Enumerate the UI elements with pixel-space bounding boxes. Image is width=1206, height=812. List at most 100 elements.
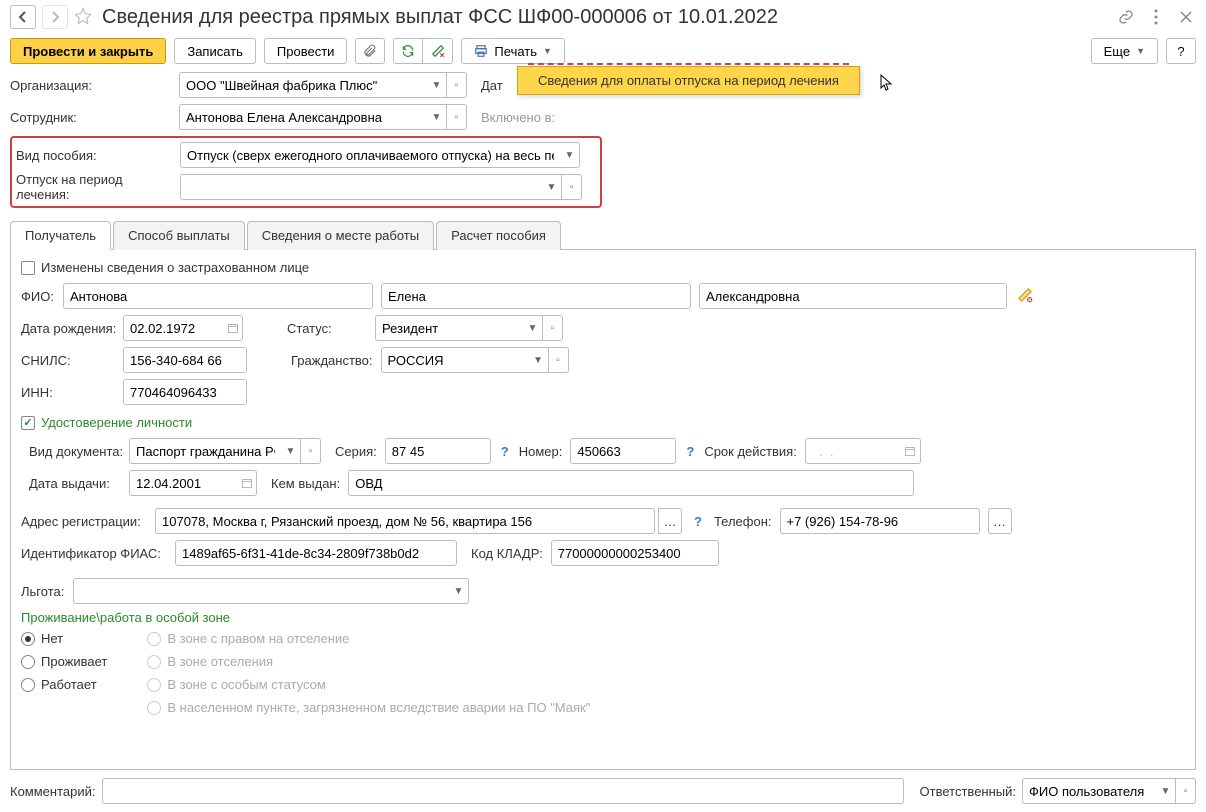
- included-label: Включено в:: [481, 110, 555, 125]
- number-input[interactable]: [570, 438, 676, 464]
- chevron-down-icon: ▼: [1136, 46, 1145, 56]
- link-icon[interactable]: [1116, 7, 1136, 27]
- tab-recipient[interactable]: Получатель: [10, 221, 111, 250]
- status-input[interactable]: [375, 315, 523, 341]
- zone-works-radio[interactable]: [21, 678, 35, 692]
- post-button[interactable]: Провести: [264, 38, 348, 64]
- org-dropdown-button[interactable]: ▼: [427, 72, 447, 98]
- series-input[interactable]: [385, 438, 491, 464]
- refresh-icon: [401, 44, 415, 58]
- more-button[interactable]: Еще ▼: [1091, 38, 1158, 64]
- phone-input[interactable]: [780, 508, 980, 534]
- edit-fio-icon[interactable]: [1017, 287, 1033, 306]
- fias-label: Идентификатор ФИАС:: [21, 546, 171, 561]
- cursor-icon: [880, 74, 894, 92]
- status-dropdown-button[interactable]: ▼: [523, 315, 543, 341]
- citizenship-input[interactable]: [381, 347, 529, 373]
- doc-type-input[interactable]: [129, 438, 281, 464]
- tab-workplace[interactable]: Сведения о месте работы: [247, 221, 434, 250]
- issue-date-calendar-button[interactable]: [237, 470, 257, 496]
- employee-input[interactable]: [179, 104, 427, 130]
- employee-dropdown-button[interactable]: ▼: [427, 104, 447, 130]
- refresh-button[interactable]: [393, 38, 423, 64]
- zone-no-label: Нет: [41, 631, 63, 646]
- responsible-input[interactable]: [1022, 778, 1156, 804]
- citizenship-dropdown-button[interactable]: ▼: [529, 347, 549, 373]
- number-label: Номер:: [519, 444, 563, 459]
- kladr-input[interactable]: [551, 540, 719, 566]
- zone-mayak-label: В населенном пункте, загрязненном вследс…: [167, 700, 590, 715]
- benefit-type-dropdown-button[interactable]: ▼: [560, 142, 580, 168]
- benefit-type-label: Вид пособия:: [16, 148, 176, 163]
- valid-calendar-button[interactable]: [901, 438, 921, 464]
- cancel-post-button[interactable]: [423, 38, 453, 64]
- dob-calendar-button[interactable]: [223, 315, 243, 341]
- more-vert-icon[interactable]: [1146, 7, 1166, 27]
- attach-button[interactable]: [355, 38, 385, 64]
- help-button[interactable]: ?: [1166, 38, 1196, 64]
- snils-input[interactable]: [123, 347, 247, 373]
- tooltip: Сведения для оплаты отпуска на период ле…: [517, 66, 860, 95]
- zone-reset-label: В зоне отселения: [167, 654, 273, 669]
- zone-right-radio: [147, 632, 161, 646]
- series-help-icon[interactable]: ?: [501, 444, 509, 459]
- comment-label: Комментарий:: [10, 784, 96, 799]
- dob-input[interactable]: [123, 315, 223, 341]
- inn-input[interactable]: [123, 379, 247, 405]
- favorite-star-icon[interactable]: [74, 7, 92, 28]
- benefit-type-input[interactable]: [180, 142, 560, 168]
- identity-checkbox[interactable]: [21, 416, 35, 430]
- inn-label: ИНН:: [21, 385, 119, 400]
- responsible-open-button[interactable]: ▫: [1176, 778, 1196, 804]
- changed-checkbox[interactable]: [21, 261, 35, 275]
- responsible-dropdown-button[interactable]: ▼: [1156, 778, 1176, 804]
- write-button[interactable]: Записать: [174, 38, 256, 64]
- status-open-button[interactable]: ▫: [543, 315, 563, 341]
- leave-label: Отпуск на период лечения:: [16, 172, 176, 202]
- print-button[interactable]: Печать ▼: [461, 38, 565, 64]
- status-label: Статус:: [287, 321, 347, 336]
- calendar-icon: [904, 445, 916, 457]
- valid-input[interactable]: [805, 438, 901, 464]
- first-name-input[interactable]: [381, 283, 691, 309]
- responsible-label: Ответственный:: [920, 784, 1016, 799]
- series-label: Серия:: [335, 444, 377, 459]
- reg-addr-label: Адрес регистрации:: [21, 514, 151, 529]
- nav-back-button[interactable]: [10, 5, 36, 29]
- leave-open-button[interactable]: ▫: [562, 174, 582, 200]
- nav-forward-button[interactable]: [42, 5, 68, 29]
- calendar-icon: [227, 322, 239, 334]
- privilege-input[interactable]: [73, 578, 449, 604]
- question-icon: ?: [1177, 44, 1184, 59]
- tab-pay-method[interactable]: Способ выплаты: [113, 221, 245, 250]
- doc-type-open-button[interactable]: ▫: [301, 438, 321, 464]
- fias-input[interactable]: [175, 540, 457, 566]
- print-label: Печать: [494, 44, 537, 59]
- org-open-button[interactable]: ▫: [447, 72, 467, 98]
- addr-help-icon[interactable]: ?: [694, 514, 702, 529]
- citizenship-label: Гражданство:: [291, 353, 373, 368]
- zone-no-radio[interactable]: [21, 632, 35, 646]
- reg-addr-input[interactable]: [155, 508, 655, 534]
- post-and-close-button[interactable]: Провести и закрыть: [10, 38, 166, 64]
- number-help-icon[interactable]: ?: [686, 444, 694, 459]
- highlighted-region: Вид пособия: ▼ Отпуск на период лечения:…: [10, 136, 602, 208]
- issued-by-input[interactable]: [348, 470, 914, 496]
- middle-name-input[interactable]: [699, 283, 1007, 309]
- leave-dropdown-button[interactable]: ▼: [542, 174, 562, 200]
- zone-lives-radio[interactable]: [21, 655, 35, 669]
- citizenship-open-button[interactable]: ▫: [549, 347, 569, 373]
- leave-input[interactable]: [180, 174, 542, 200]
- doc-type-dropdown-button[interactable]: ▼: [281, 438, 301, 464]
- reg-addr-ellipsis-button[interactable]: …: [658, 508, 682, 534]
- phone-ellipsis-button[interactable]: …: [988, 508, 1012, 534]
- org-input[interactable]: [179, 72, 427, 98]
- last-name-input[interactable]: [63, 283, 373, 309]
- tab-calc[interactable]: Расчет пособия: [436, 221, 561, 250]
- privilege-dropdown-button[interactable]: ▼: [449, 578, 469, 604]
- employee-open-button[interactable]: ▫: [447, 104, 467, 130]
- issue-date-input[interactable]: [129, 470, 237, 496]
- identity-title: Удостоверение личности: [41, 415, 192, 430]
- comment-input[interactable]: [102, 778, 904, 804]
- close-icon[interactable]: [1176, 7, 1196, 27]
